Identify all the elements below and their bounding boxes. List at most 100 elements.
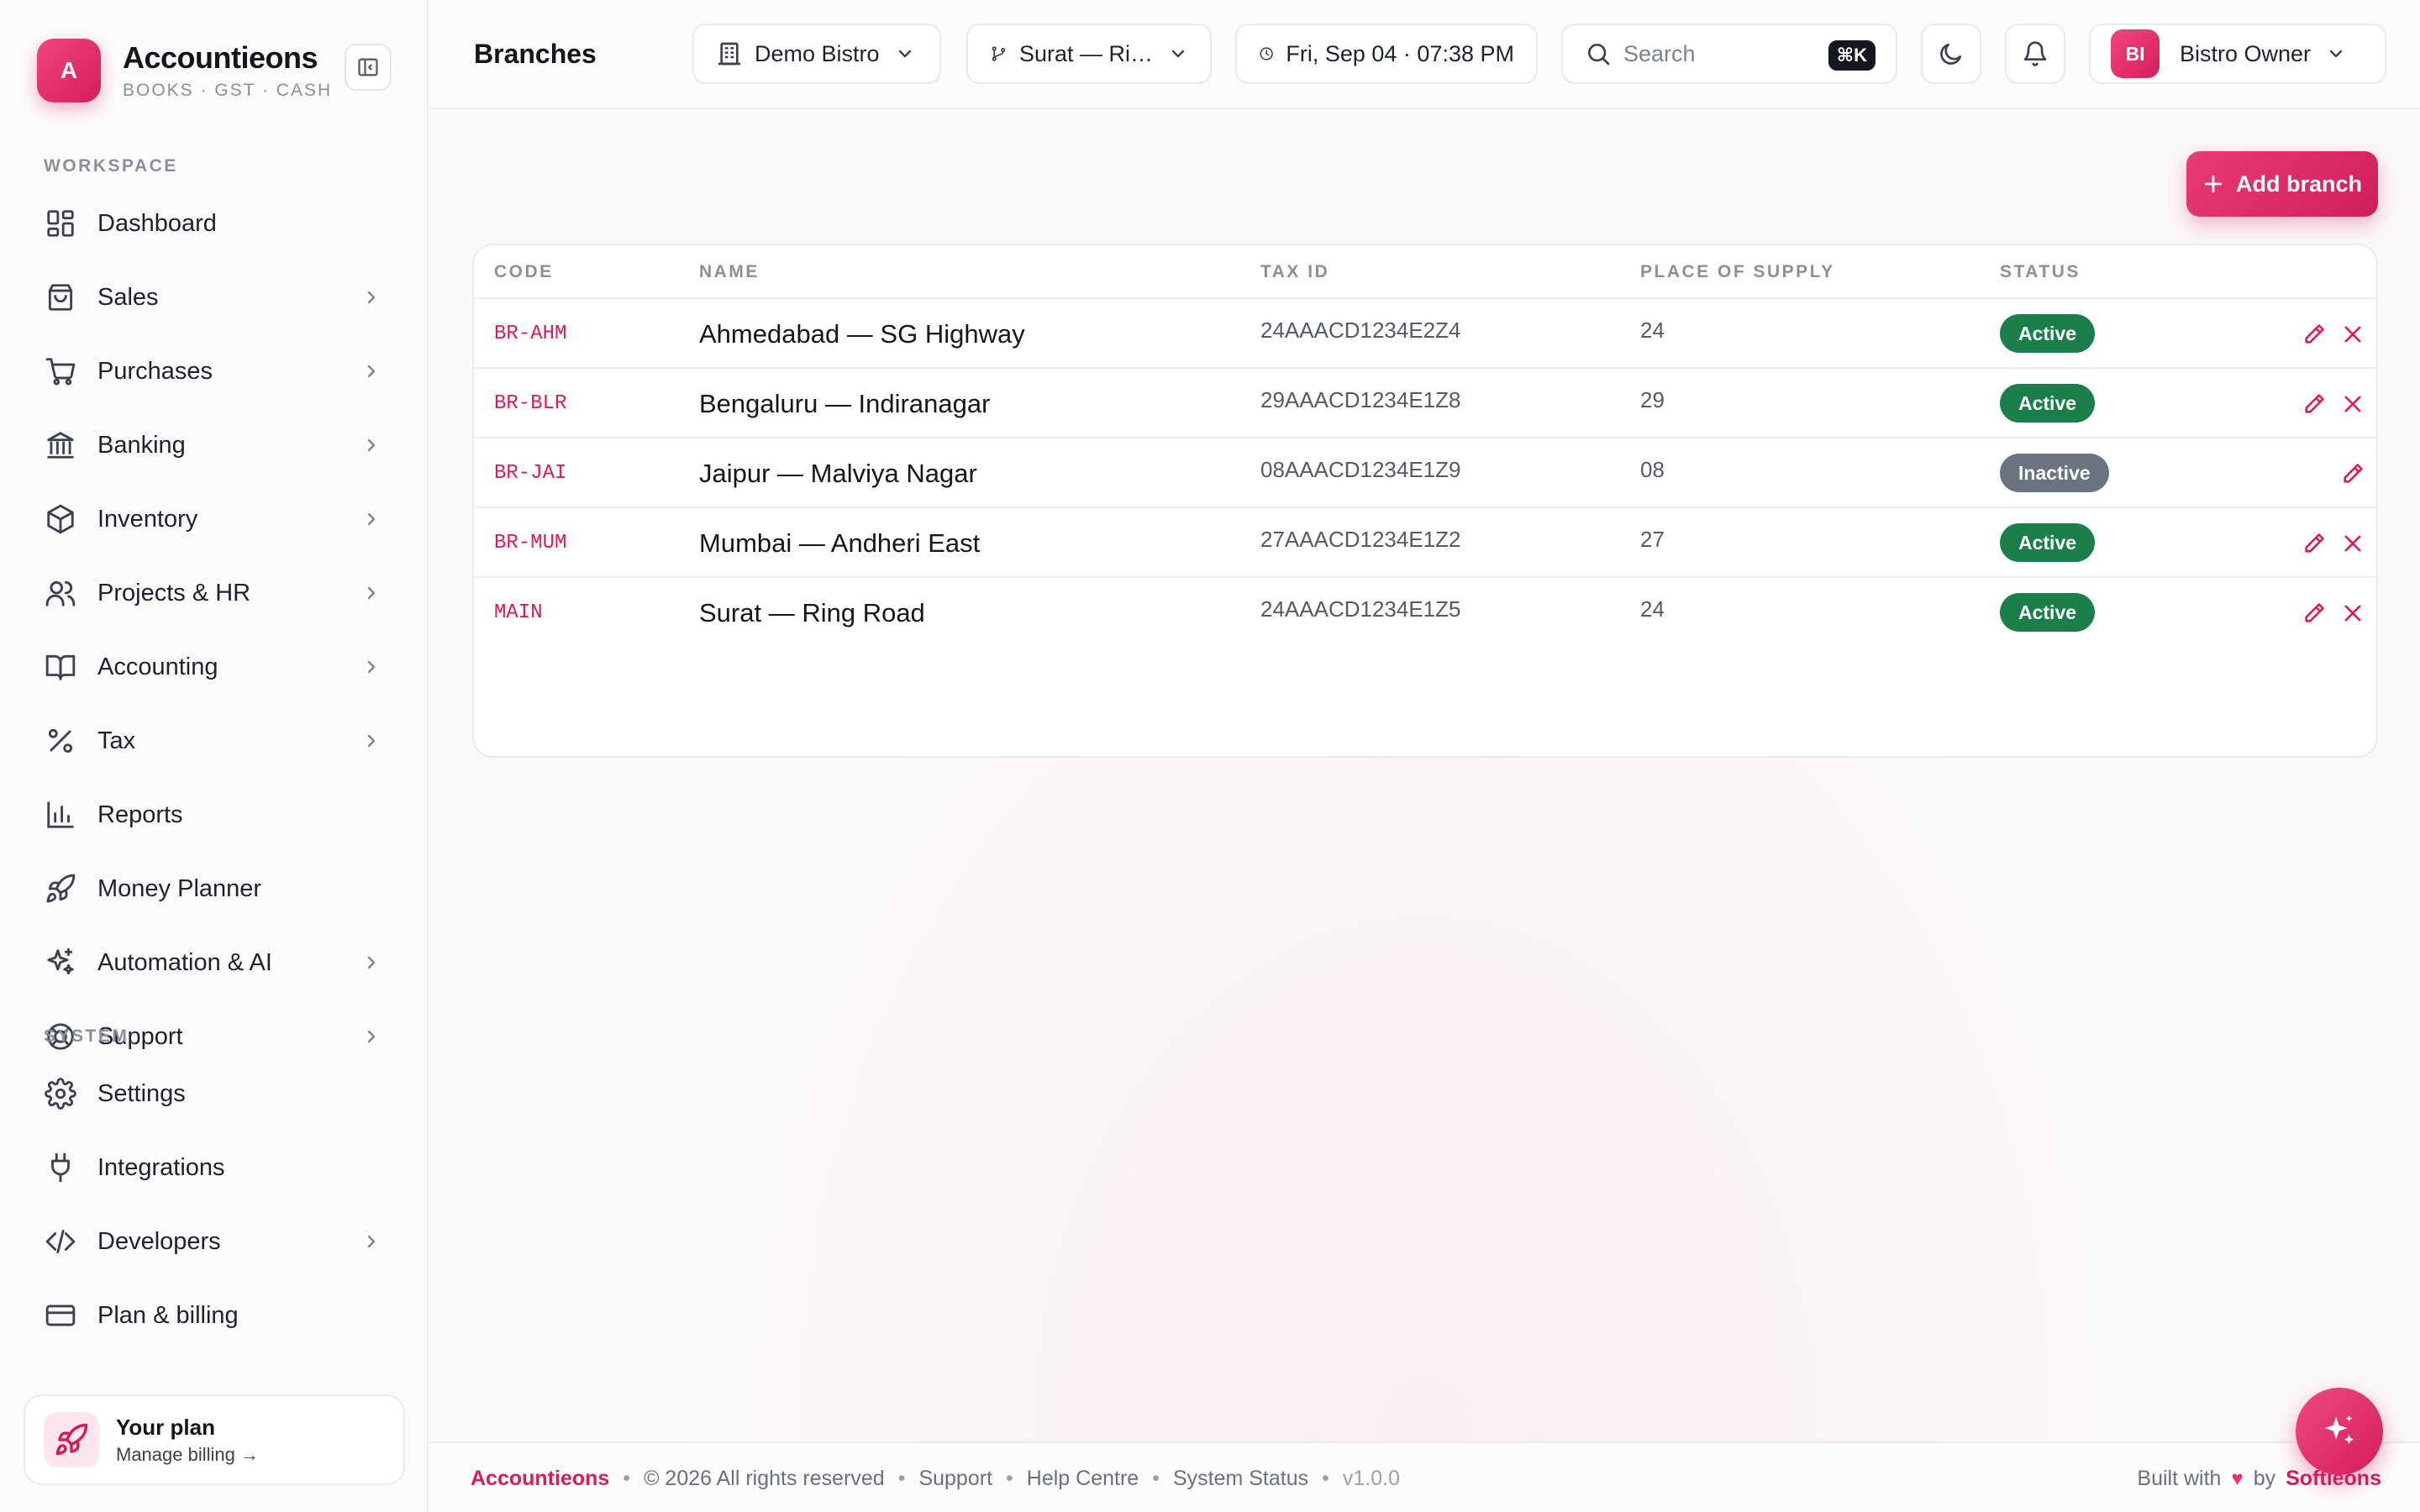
chevron-right-icon — [361, 953, 381, 973]
book-icon — [44, 650, 77, 684]
sidebar-item-label: Purchases — [97, 357, 213, 385]
table-row[interactable]: BR-AHM Ahmedabad — SG Highway 24AAACD1234E… — [474, 299, 2376, 369]
sidebar-item-tax[interactable]: Tax — [25, 707, 403, 774]
place-of-supply: 27 — [1640, 527, 1665, 552]
datetime-display[interactable]: Fri, Sep 04 · 07:38 PM — [1235, 24, 1538, 84]
branches-table: CODE NAME TAX ID PLACE OF SUPPLY STATUS BR-A… — [472, 244, 2378, 758]
brand-tagline: BOOKS · GST · CASH — [123, 81, 333, 100]
footer-brand[interactable]: Accountieons — [471, 1467, 609, 1491]
sidebar-item-integrations[interactable]: Integrations — [25, 1134, 403, 1201]
table-row[interactable]: BR-BLR Bengaluru — Indiranagar 29AAACD1234… — [474, 369, 2376, 438]
pencil-icon — [2305, 533, 2324, 553]
gear-icon — [44, 1077, 77, 1110]
branch-selector[interactable]: Surat — Ri… — [966, 24, 1212, 84]
delete-button[interactable] — [2341, 323, 2365, 346]
status-badge: Active — [2000, 314, 2096, 353]
branch-code-link[interactable]: BR-MUM — [494, 532, 566, 554]
brand[interactable]: A Accountieons BOOKS · GST · CASH — [37, 39, 332, 102]
sidebar-item-plan-and-billing[interactable]: Plan & billing — [25, 1282, 403, 1349]
sidebar-item-dashboard[interactable]: Dashboard — [25, 190, 403, 257]
branch-name: Ahmedabad — SG Highway — [699, 319, 1025, 349]
ai-assistant-button[interactable] — [2296, 1388, 2383, 1475]
column-header-place-of-supply[interactable]: PLACE OF SUPPLY — [1640, 262, 1835, 282]
column-header-status[interactable]: STATUS — [2000, 262, 2081, 282]
sidebar-item-accounting[interactable]: Accounting — [25, 633, 403, 701]
edit-button[interactable] — [2302, 532, 2326, 555]
tax-id: 08AAACD1234E1Z9 — [1260, 457, 1461, 482]
place-of-supply: 08 — [1640, 457, 1665, 482]
branch-code-link[interactable]: BR-BLR — [494, 392, 566, 415]
chevron-right-icon — [361, 287, 381, 307]
edit-button[interactable] — [2302, 323, 2326, 346]
user-menu[interactable]: BI Bistro Owner — [2089, 24, 2386, 84]
pencil-icon — [2305, 324, 2324, 344]
sidebar-item-label: Accounting — [97, 653, 218, 680]
edit-button[interactable] — [2302, 601, 2326, 625]
table-row[interactable]: MAIN Surat — Ring Road 24AAACD1234E1Z5 24 Ac… — [474, 578, 2376, 648]
sidebar-item-sales[interactable]: Sales — [25, 264, 403, 331]
footer-link-help-centre[interactable]: Help Centre — [1027, 1467, 1139, 1491]
sidebar-collapse-button[interactable] — [345, 44, 392, 91]
notifications-button[interactable] — [2005, 24, 2065, 84]
column-header-tax-id[interactable]: TAX ID — [1260, 262, 1329, 282]
sparkles-icon — [44, 946, 77, 979]
chevron-right-icon — [361, 1026, 381, 1047]
edit-button[interactable] — [2302, 392, 2326, 416]
sidebar-item-label: Projects & HR — [97, 579, 251, 606]
theme-toggle-button[interactable] — [1921, 24, 1981, 84]
clock-icon — [1260, 47, 1273, 60]
tax-id: 24AAACD1234E1Z5 — [1260, 596, 1461, 622]
branch-name: Jaipur — Malviya Nagar — [699, 459, 977, 488]
separator-dot: • — [623, 1467, 631, 1490]
column-header-code[interactable]: CODE — [494, 262, 554, 282]
sidebar-item-projects-and-hr[interactable]: Projects & HR — [25, 559, 403, 627]
status-badge: Active — [2000, 593, 2096, 632]
sidebar-item-reports[interactable]: Reports — [25, 781, 403, 848]
separator-dot: • — [1322, 1467, 1329, 1490]
delete-button[interactable] — [2341, 392, 2365, 416]
manage-billing-link[interactable]: Manage billing → — [116, 1444, 259, 1466]
top-header: Branches Demo Bistro Surat — Ri… Fri, Se… — [430, 0, 2420, 109]
table-body: BR-AHM Ahmedabad — SG Highway 24AAACD1234E… — [474, 299, 2376, 648]
chevron-down-icon — [1168, 44, 1188, 64]
branch-code-link[interactable]: BR-AHM — [494, 323, 566, 345]
delete-button[interactable] — [2341, 532, 2365, 555]
system-section-label: SYSTEM — [44, 1026, 129, 1046]
sidebar-item-settings[interactable]: Settings — [25, 1060, 403, 1127]
sidebar-item-inventory[interactable]: Inventory — [25, 486, 403, 553]
branch-code-link[interactable]: MAIN — [494, 601, 543, 624]
sidebar-item-label: Integrations — [97, 1153, 225, 1181]
sidebar-item-label: Tax — [97, 727, 136, 754]
percent-icon — [44, 724, 77, 758]
sidebar-item-money-planner[interactable]: Money Planner — [25, 855, 403, 922]
table-row[interactable]: BR-MUM Mumbai — Andheri East 27AAACD1234E1… — [474, 508, 2376, 578]
sidebar-item-label: Dashboard — [97, 209, 217, 237]
footer-built-with: Built with — [2137, 1467, 2222, 1490]
tax-id: 27AAACD1234E1Z2 — [1260, 527, 1461, 552]
sidebar-item-automation-and-ai[interactable]: Automation & AI — [25, 929, 403, 996]
rocket-icon — [44, 1412, 99, 1467]
delete-button[interactable] — [2341, 601, 2365, 625]
plan-card[interactable]: Your plan Manage billing → — [24, 1394, 405, 1485]
sidebar-item-purchases[interactable]: Purchases — [25, 338, 403, 405]
sidebar-item-developers[interactable]: Developers — [25, 1208, 403, 1275]
edit-button[interactable] — [2341, 462, 2365, 486]
company-selector[interactable]: Demo Bistro — [692, 24, 941, 84]
plug-icon — [44, 1151, 77, 1184]
brand-name: Accountieons — [123, 40, 318, 75]
main-content: Add branch CODE NAME TAX ID PLACE OF SUPPLY… — [430, 111, 2420, 1441]
add-branch-button[interactable]: Add branch — [2186, 151, 2378, 217]
column-header-name[interactable]: NAME — [699, 262, 760, 282]
sidebar-item-label: Settings — [97, 1079, 186, 1107]
footer-link-support[interactable]: Support — [918, 1467, 992, 1491]
sidebar-item-banking[interactable]: Banking — [25, 412, 403, 479]
sidebar: A Accountieons BOOKS · GST · CASH WORKSP… — [0, 0, 429, 1512]
user-name: Bistro Owner — [2180, 40, 2312, 66]
footer-link-system-status[interactable]: System Status — [1173, 1467, 1308, 1491]
table-row[interactable]: BR-JAI Jaipur — Malviya Nagar 08AAACD1234E… — [474, 438, 2376, 508]
package-icon — [44, 502, 77, 536]
search-box[interactable]: Search ⌘K — [1561, 24, 1897, 84]
branch-code-link[interactable]: BR-JAI — [494, 462, 566, 485]
cart-icon — [44, 354, 77, 388]
search-input[interactable]: Search — [1623, 41, 1696, 67]
